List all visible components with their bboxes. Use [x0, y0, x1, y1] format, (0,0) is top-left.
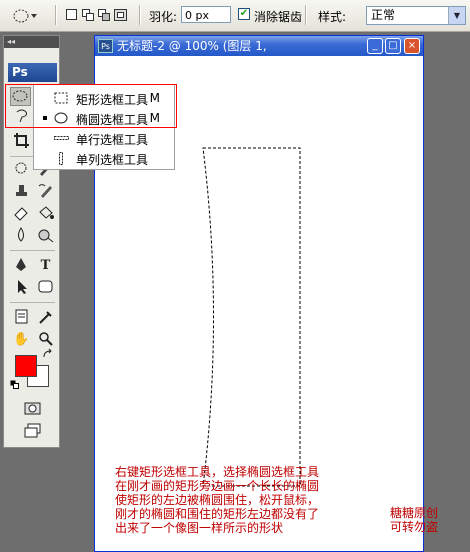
minimize-icon: _: [372, 40, 378, 51]
options-bar: 羽化: 0 px ✔ 消除锯齿 样式: 正常 ▼: [0, 0, 470, 32]
highlight-box: [5, 84, 177, 128]
close-button[interactable]: ×: [404, 38, 420, 54]
subtract-selection-icon[interactable]: [98, 9, 110, 21]
paint-bucket-icon: [39, 206, 54, 219]
crop-tool[interactable]: [11, 132, 32, 151]
document-titlebar[interactable]: Ps 无标题-2 @ 100% (图层 1, _ □ ×: [95, 36, 423, 56]
shape-tool[interactable]: [35, 278, 56, 297]
arrow-cursor-icon: [18, 280, 27, 294]
antialias-label: 消除锯齿: [254, 10, 303, 24]
type-icon: T: [40, 258, 51, 273]
hand-icon: ✋: [13, 332, 30, 347]
bandage-icon: [15, 162, 27, 174]
crop-icon: [14, 133, 29, 148]
tutorial-annotation: 右键矩形选框工具，选择椭圆选框工具 在刚才画的矩形旁边画一个长长的椭圆 使矩形的…: [115, 465, 375, 535]
annotation-line: 右键矩形选框工具，选择椭圆选框工具: [115, 465, 320, 479]
spot-healing-tool[interactable]: [11, 160, 32, 179]
maximize-icon: □: [388, 40, 398, 51]
clone-stamp-tool[interactable]: [11, 182, 32, 201]
default-colors-icon[interactable]: [10, 380, 20, 390]
annotation-line: 出来了一个像图一样所示的形状: [115, 521, 284, 535]
intersect-selection-icon[interactable]: [114, 9, 128, 21]
add-selection-icon[interactable]: [82, 9, 94, 21]
chevron-down-icon: ▼: [448, 7, 465, 24]
ellipse-marquee-preset-icon[interactable]: [12, 8, 38, 24]
new-selection-icon[interactable]: [66, 9, 78, 21]
screen-mode-icon: [24, 423, 41, 438]
toolbox-divider: [10, 302, 55, 303]
zoom-tool[interactable]: [35, 330, 56, 349]
menu-item-single-row-marquee[interactable]: 单行选框工具: [34, 128, 174, 148]
foreground-color-swatch[interactable]: [15, 355, 37, 377]
toolbar-divider: [305, 5, 307, 25]
feather-input[interactable]: 0 px: [181, 6, 231, 23]
style-select-value: 正常: [371, 8, 396, 22]
antialias-checkbox[interactable]: ✔: [238, 8, 250, 20]
eyedropper-icon: [39, 311, 52, 324]
history-brush-tool[interactable]: [35, 182, 56, 201]
toolbar-divider: [55, 5, 57, 25]
credit-line: 可转勿盗: [390, 520, 439, 534]
pen-icon: [16, 258, 26, 271]
paint-bucket-tool[interactable]: [35, 204, 56, 223]
hand-tool[interactable]: ✋: [11, 330, 32, 349]
drop-icon: [18, 227, 24, 242]
annotation-line: 使矩形的左边被椭圆围住，松开鼠标，: [115, 493, 320, 507]
pen-tool[interactable]: [11, 256, 32, 275]
single-column-marquee-icon: [59, 152, 63, 165]
maximize-button[interactable]: □: [385, 38, 401, 54]
toolbar-divider: [139, 5, 141, 25]
dodge-tool[interactable]: [35, 226, 56, 245]
style-select[interactable]: 正常 ▼: [366, 6, 466, 25]
history-brush-icon: [38, 184, 52, 198]
quick-mask-icon: [24, 402, 41, 415]
ps-document-icon: Ps: [98, 39, 113, 53]
type-tool[interactable]: T: [35, 256, 56, 275]
credit-note: 糖糖原创 可转勿盗: [390, 506, 450, 534]
document-title: 无标题-2 @ 100% (图层 1,: [117, 39, 267, 53]
menu-item-label: 单列选框工具: [76, 153, 149, 167]
notes-tool[interactable]: [11, 308, 32, 327]
eraser-tool[interactable]: [11, 204, 32, 223]
single-row-marquee-icon: [54, 136, 69, 140]
annotation-line: 在刚才画的矩形旁边画一个长长的椭圆: [115, 479, 320, 493]
path-selection-tool[interactable]: [11, 278, 32, 297]
eyedropper-tool[interactable]: [35, 308, 56, 327]
minimize-button[interactable]: _: [367, 38, 383, 54]
swap-colors-icon[interactable]: [42, 348, 54, 360]
menu-item-single-column-marquee[interactable]: 单列选框工具: [34, 148, 174, 168]
magnifier-icon: [39, 332, 53, 346]
eraser-icon: [14, 207, 28, 221]
style-label: 样式:: [318, 10, 347, 24]
credit-line: 糖糖原创: [390, 506, 439, 520]
dodge-icon: [38, 229, 54, 243]
blur-tool[interactable]: [11, 226, 32, 245]
photoshop-logo: Ps: [8, 63, 57, 82]
menu-item-label: 单行选框工具: [76, 133, 149, 147]
stamp-icon: [16, 185, 27, 196]
feather-label: 羽化:: [149, 10, 178, 24]
close-icon: ×: [407, 40, 417, 51]
toolbox-divider: [10, 250, 55, 251]
annotation-line: 刚才的椭圆和围住的矩形左边都没有了: [115, 507, 320, 521]
screen-mode-button[interactable]: [22, 422, 43, 441]
toolbox-collapse-bar[interactable]: ◂◂: [4, 36, 59, 48]
quick-mask-mode-button[interactable]: [22, 400, 43, 419]
note-icon: [15, 309, 28, 324]
rounded-rect-icon: [38, 280, 53, 293]
